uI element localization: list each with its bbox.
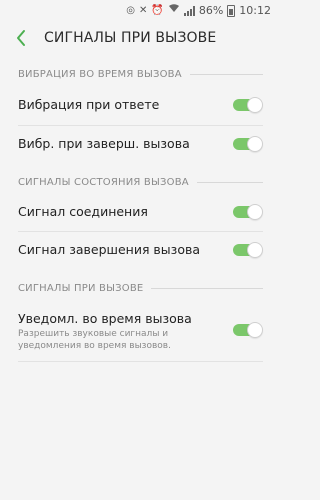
- wifi-icon: [168, 3, 180, 18]
- page-title: СИГНАЛЫ ПРИ ВЫЗОВЕ: [44, 30, 217, 46]
- setting-label: Сигнал соединения: [18, 204, 148, 219]
- setting-end-call-tone[interactable]: Сигнал завершения вызова: [18, 242, 263, 262]
- battery-icon: [227, 4, 236, 17]
- back-button[interactable]: [14, 29, 28, 47]
- switch-knob: [247, 136, 263, 152]
- signal-icon: [183, 5, 195, 16]
- toggle-in-call-notifications[interactable]: [233, 322, 263, 338]
- setting-in-call-notifications[interactable]: Уведомл. во время вызова Разрешить звуко…: [18, 311, 263, 356]
- section-rule: [189, 74, 263, 75]
- section-title: СИГНАЛЫ СОСТОЯНИЯ ВЫЗОВА: [18, 177, 189, 188]
- battery-percent: 86%: [198, 4, 224, 17]
- section-rule: [196, 182, 263, 183]
- clock: 10:12: [239, 4, 271, 17]
- toggle-vibrate-on-end[interactable]: [233, 136, 263, 152]
- status-bar: ◎ ✕ ⏰ 86% 10:12: [0, 0, 281, 22]
- setting-vibrate-on-answer[interactable]: Вибрация при ответе: [18, 97, 263, 117]
- divider: [18, 231, 263, 232]
- alarm-icon: ⏰: [151, 4, 164, 16]
- setting-label: Уведомл. во время вызова: [18, 311, 192, 326]
- switch-knob: [247, 242, 263, 258]
- section-rule: [151, 288, 263, 289]
- section-header-vibration: ВИБРАЦИЯ ВО ВРЕМЯ ВЫЗОВА: [18, 69, 263, 80]
- setting-vibrate-on-end[interactable]: Вибр. при заверш. вызова: [18, 136, 263, 156]
- setting-label: Вибр. при заверш. вызова: [18, 136, 190, 151]
- app-header: СИГНАЛЫ ПРИ ВЫЗОВЕ: [0, 22, 281, 56]
- section-title: ВИБРАЦИЯ ВО ВРЕМЯ ВЫЗОВА: [18, 69, 182, 80]
- divider: [18, 125, 263, 126]
- toggle-end-call-tone[interactable]: [233, 242, 263, 258]
- setting-label: Сигнал завершения вызова: [18, 242, 200, 257]
- toggle-vibrate-on-answer[interactable]: [233, 97, 263, 113]
- switch-knob: [247, 204, 263, 220]
- status-icons: ◎ ✕ ⏰ 86% 10:12: [126, 3, 271, 18]
- setting-description: Разрешить звуковые сигналы и уведомления…: [18, 329, 171, 351]
- mute-icon: ✕: [139, 4, 148, 16]
- switch-knob: [247, 97, 263, 113]
- divider: [18, 361, 263, 362]
- chevron-left-icon: [17, 30, 25, 46]
- section-header-call-alerts: СИГНАЛЫ ПРИ ВЫЗОВЕ: [18, 283, 263, 294]
- section-title: СИГНАЛЫ ПРИ ВЫЗОВЕ: [18, 283, 144, 294]
- toggle-connect-tone[interactable]: [233, 204, 263, 220]
- switch-knob: [247, 322, 263, 338]
- whatsapp-icon: ◎: [126, 4, 135, 16]
- setting-label: Вибрация при ответе: [18, 97, 160, 112]
- setting-connect-tone[interactable]: Сигнал соединения: [18, 204, 263, 224]
- section-header-call-status: СИГНАЛЫ СОСТОЯНИЯ ВЫЗОВА: [18, 177, 263, 188]
